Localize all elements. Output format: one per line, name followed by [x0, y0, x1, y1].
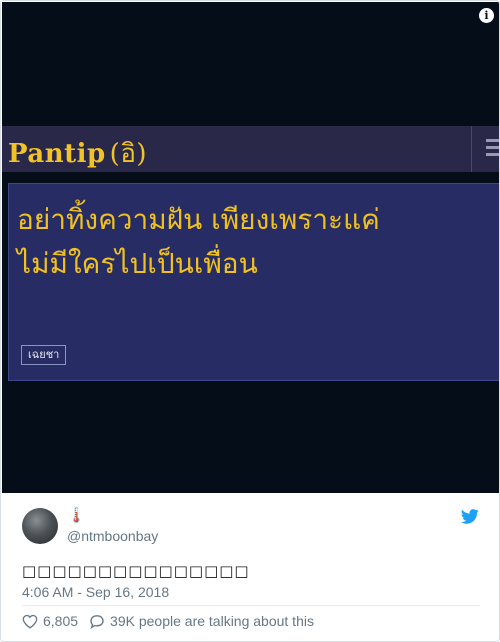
tweet-actions: 6,805 39K people are talking about this — [22, 611, 314, 631]
twitter-bird-icon[interactable] — [461, 509, 479, 524]
conversation-button[interactable]: 39K people are talking about this — [89, 613, 314, 629]
post-panel: อย่าทิ้งความฝัน เพียงเพราะแค่ ไม่มีใครไป… — [8, 183, 499, 381]
tweet-timestamp[interactable]: 4:06 AM - Sep 16, 2018 — [22, 584, 169, 600]
tweet-text: □□□□□□□□□□□□□□□ — [22, 562, 250, 580]
post-title-line: อย่าทิ้งความฝัน เพียงเพราะแค่ — [17, 203, 380, 236]
like-count: 6,805 — [43, 613, 79, 629]
divider — [22, 605, 480, 606]
pantip-logo-text: Pantip — [8, 139, 106, 169]
pantip-logo: Pantip (อิ) — [8, 133, 147, 174]
header-divider — [471, 126, 472, 172]
talking-count: 39K people are talking about this — [110, 613, 314, 629]
tweet-card: i Pantip (อิ) อย่าทิ้งความฝัน เพียงเพราะแ… — [0, 0, 500, 642]
info-icon[interactable]: i — [479, 8, 494, 23]
user-handle[interactable]: @ntmboonbay — [67, 528, 158, 544]
like-button[interactable]: 6,805 — [22, 613, 78, 629]
tweet-media[interactable]: i Pantip (อิ) อย่าทิ้งความฝัน เพียงเพราะแ… — [2, 2, 499, 493]
avatar[interactable] — [22, 508, 58, 544]
speech-bubble-icon — [90, 614, 104, 629]
post-title-line: ไม่มีใครไปเป็นเพื่อน — [17, 247, 258, 280]
pantip-header-bar: Pantip (อิ) — [2, 126, 499, 174]
post-title: อย่าทิ้งความฝัน เพียงเพราะแค่ ไม่มีใครไป… — [17, 198, 487, 286]
thermometer-icon[interactable]: 🌡️ — [67, 507, 86, 525]
hamburger-menu-icon — [486, 139, 499, 159]
post-tag: เฉยชา — [21, 345, 67, 365]
pantip-logo-mark: (อิ) — [109, 139, 148, 169]
heart-icon — [22, 614, 38, 629]
